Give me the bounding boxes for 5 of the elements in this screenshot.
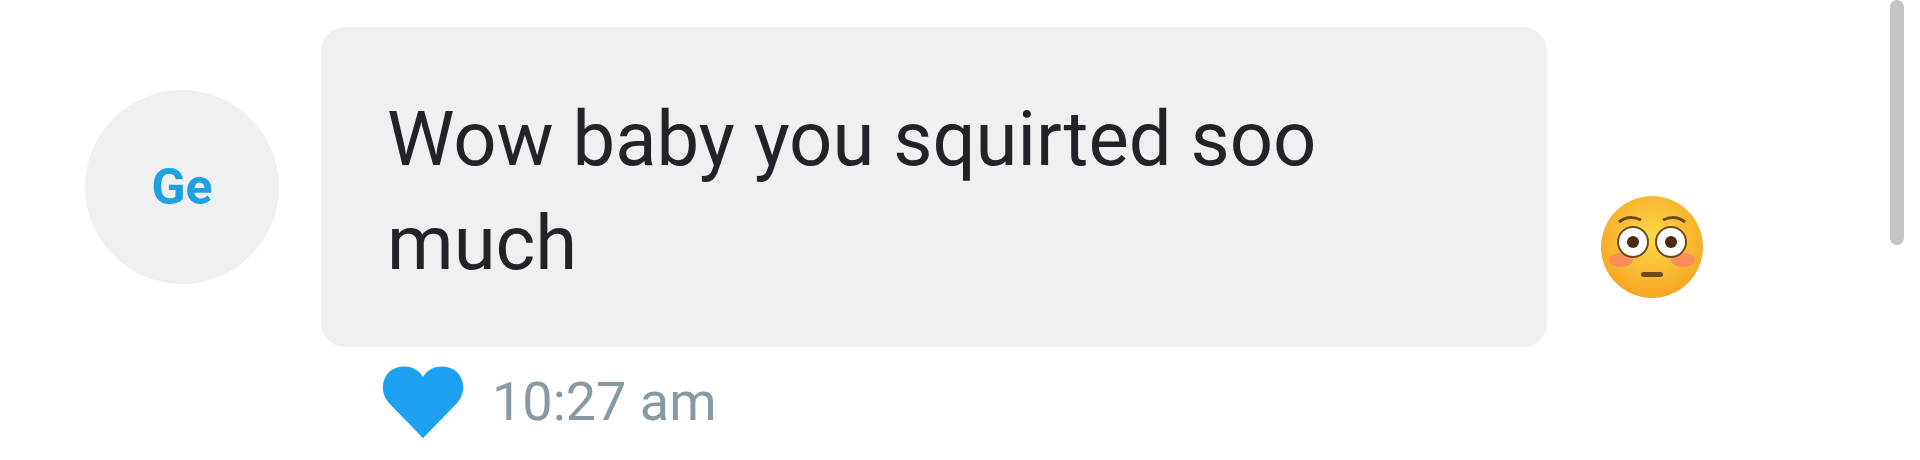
avatar: Ge <box>85 90 279 284</box>
message-text: Wow baby you squirted soo much <box>387 93 1318 290</box>
flushed-face-icon <box>1599 194 1705 300</box>
heart-icon[interactable] <box>382 365 464 438</box>
timestamp: 10:27 am <box>492 369 717 435</box>
